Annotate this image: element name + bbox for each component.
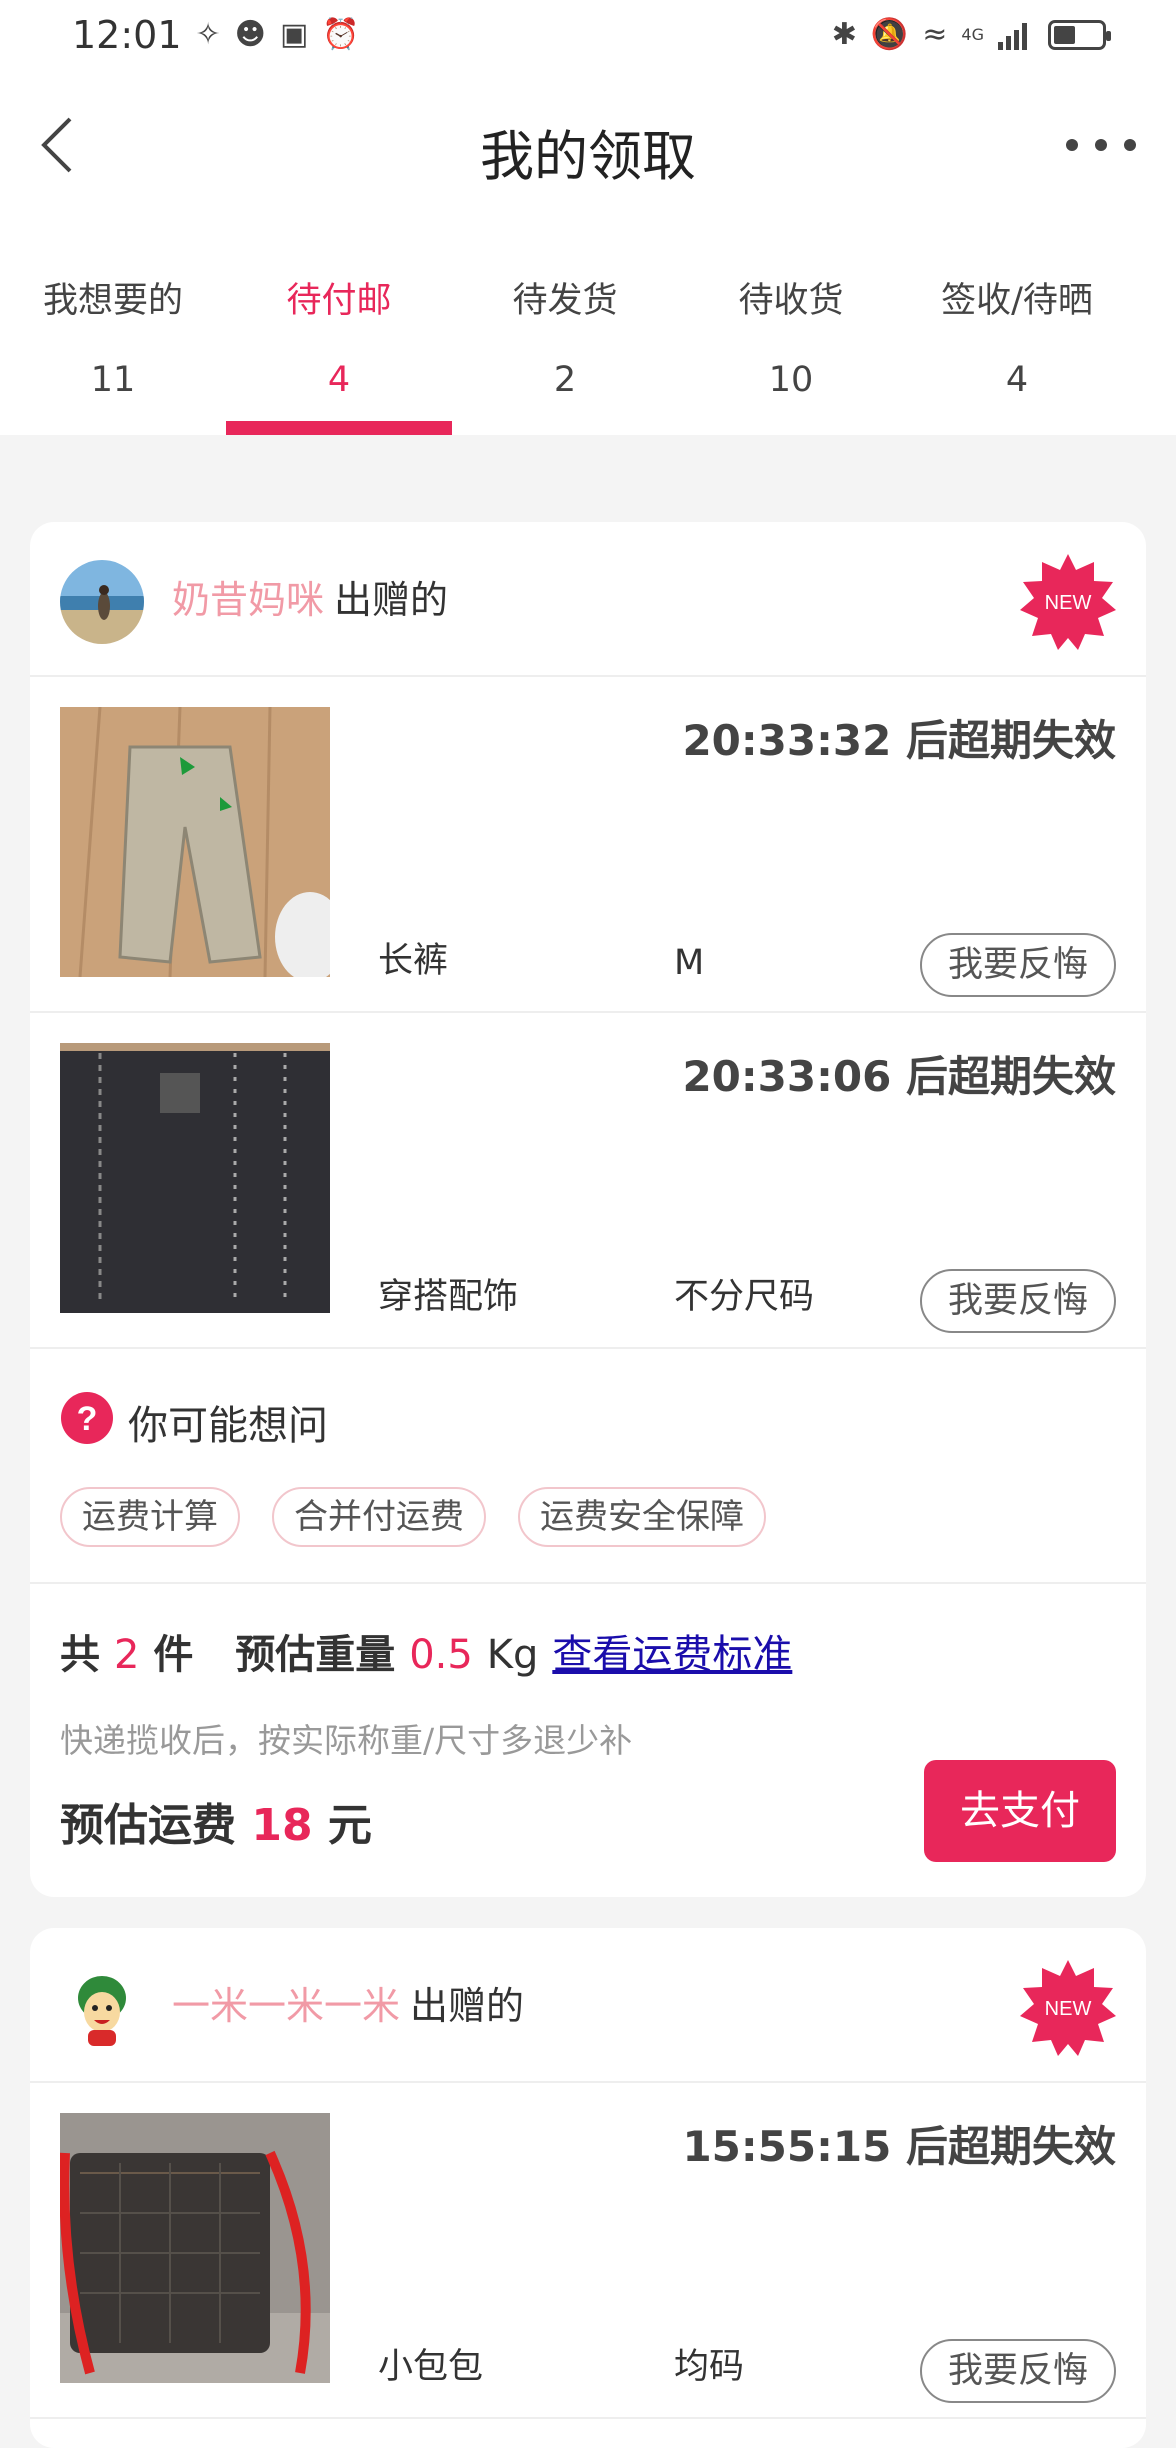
item-size: 均码 <box>674 2347 745 2387</box>
waist-trainer-photo <box>60 1043 330 1313</box>
faq-chip-shipping-calc[interactable]: 运费计算 <box>60 1487 240 1547</box>
regret-button[interactable]: 我要反悔 <box>920 933 1116 997</box>
tab-count: 4 <box>1005 360 1029 400</box>
new-badge: NEW <box>1018 552 1118 652</box>
tab-label: 待付邮 <box>286 281 392 321</box>
item-size: 不分尺码 <box>674 1277 815 1317</box>
fee-unit: 元 <box>327 1800 372 1851</box>
wechat-icon: ☻ <box>234 17 266 52</box>
dot-icon <box>1095 139 1107 151</box>
regret-button[interactable]: 我要反悔 <box>920 1269 1116 1333</box>
summary-note: 快递揽收后，按实际称重/尺寸多退少补 <box>60 1721 633 1760</box>
alarm-icon: ⏰ <box>322 17 360 52</box>
tab-pending-shipment[interactable]: 待发货 2 <box>452 220 678 435</box>
regret-button[interactable]: 我要反悔 <box>920 2339 1116 2403</box>
tab-count: 10 <box>768 360 814 400</box>
giver-label: 一米一米一米 出赠的 <box>172 1976 524 2036</box>
estimated-fee: 预估运费 18 元 <box>60 1789 372 1853</box>
giver-name[interactable]: 奶昔妈咪 <box>172 578 324 622</box>
tab-wanted[interactable]: 我想要的 11 <box>0 220 226 435</box>
network-type: 4G <box>961 25 984 44</box>
item-thumbnail-pants[interactable] <box>60 707 330 977</box>
faq-title: 你可能想问 <box>128 1403 328 1449</box>
tab-label: 待发货 <box>512 281 618 321</box>
tab-pending-postage[interactable]: 待付邮 4 <box>226 220 452 435</box>
total-count: 2 <box>113 1632 140 1678</box>
total-prefix: 共 <box>60 1632 100 1678</box>
signal-icon <box>998 23 1027 50</box>
svg-text:?: ? <box>77 1400 98 1438</box>
item-size: M <box>674 943 705 983</box>
fee-label: 预估运费 <box>60 1800 236 1851</box>
avatar[interactable] <box>60 560 144 644</box>
navigation-bar: 我的领取 <box>0 70 1176 220</box>
weight-value: 0.5 <box>409 1632 473 1678</box>
cartoon-avatar-image <box>60 1966 144 2050</box>
item-row[interactable]: 20:33:06 后超期失效 穿搭配饰 不分尺码 我要反悔 <box>30 1013 1146 1349</box>
tab-label: 待收货 <box>738 281 844 321</box>
order-card: 一米一米一米 出赠的 NEW 15:55:15 后超期失效 小包包 均码 我要反悔 <box>30 1928 1146 2448</box>
tab-count: 4 <box>327 360 351 400</box>
starburst-icon: NEW <box>1020 554 1116 650</box>
tab-pending-receipt[interactable]: 待收货 10 <box>678 220 904 435</box>
nfc-icon: ▣ <box>279 17 309 52</box>
shipping-standard-link[interactable]: 查看运费标准 <box>552 1632 792 1678</box>
new-badge-text: NEW <box>1045 1998 1092 2020</box>
card-header: 一米一米一米 出赠的 NEW <box>30 1928 1146 2083</box>
total-unit: 件 <box>153 1632 194 1678</box>
weight-unit: Kg <box>486 1632 539 1678</box>
tab-count: 2 <box>553 360 577 400</box>
page-title: 我的领取 <box>480 125 696 188</box>
giver-label: 奶昔妈咪 出赠的 <box>172 570 448 630</box>
expire-countdown: 20:33:06 后超期失效 <box>682 1052 1116 1101</box>
card-header: 奶昔妈咪 出赠的 NEW <box>30 522 1146 677</box>
item-thumbnail-bag[interactable] <box>60 2113 330 2383</box>
expire-countdown: 15:55:15 后超期失效 <box>682 2122 1116 2171</box>
giver-suffix: 出赠的 <box>410 1984 525 2028</box>
new-badge: NEW <box>1018 1958 1118 2058</box>
order-card: 奶昔妈咪 出赠的 NEW 20:33:32 后超期失效 长裤 M 我要反悔 20… <box>30 522 1146 1897</box>
avatar[interactable] <box>60 1966 144 2050</box>
starburst-icon: NEW <box>1020 1960 1116 2056</box>
faq-section: ? 你可能想问 运费计算 合并付运费 运费安全保障 <box>30 1349 1146 1584</box>
item-name: 长裤 <box>378 941 449 981</box>
item-row[interactable]: 15:55:15 后超期失效 小包包 均码 我要反悔 <box>30 2083 1146 2419</box>
tab-label: 签收/待晒 <box>941 281 1093 321</box>
question-icon: ? <box>61 1392 113 1444</box>
active-tab-indicator <box>226 421 452 435</box>
giver-name[interactable]: 一米一米一米 <box>172 1984 400 2028</box>
faq-chip-shipping-guarantee[interactable]: 运费安全保障 <box>518 1487 766 1547</box>
tab-count: 11 <box>90 360 136 400</box>
status-bar: 12:01 ✧ ☻ ▣ ⏰ ✱ 🔕 ≈ 4G <box>0 0 1176 70</box>
pay-button[interactable]: 去支付 <box>924 1760 1116 1862</box>
faq-chip-combine-shipping[interactable]: 合并付运费 <box>272 1487 486 1547</box>
weight-label: 预估重量 <box>235 1632 396 1678</box>
beach-avatar-image <box>60 560 144 644</box>
expire-countdown: 20:33:32 后超期失效 <box>682 716 1116 765</box>
bluetooth-icon: ✱ <box>831 17 857 52</box>
payment-summary: 共 2 件 预估重量 0.5 Kg 查看运费标准 快递揽收后，按实际称重/尺寸多… <box>30 1584 1146 1894</box>
status-time: 12:01 <box>72 13 182 57</box>
dot-icon <box>1124 139 1136 151</box>
wifi-icon: ≈ <box>922 17 948 52</box>
giver-suffix: 出赠的 <box>334 578 449 622</box>
item-name: 穿搭配饰 <box>378 1277 519 1317</box>
item-thumbnail-accessory[interactable] <box>60 1043 330 1313</box>
dot-icon <box>1066 139 1078 151</box>
tab-label: 我想要的 <box>42 281 183 321</box>
battery-icon <box>1048 20 1111 50</box>
link-icon: ✧ <box>195 17 221 52</box>
tab-signed-review[interactable]: 签收/待晒 4 <box>904 220 1130 435</box>
item-row[interactable]: 20:33:32 后超期失效 长裤 M 我要反悔 <box>30 677 1146 1013</box>
fee-value: 18 <box>251 1800 313 1851</box>
faq-chips: 运费计算 合并付运费 运费安全保障 <box>60 1487 766 1547</box>
summary-line: 共 2 件 预估重量 0.5 Kg 查看运费标准 <box>60 1622 792 1680</box>
new-badge-text: NEW <box>1045 592 1092 614</box>
item-name: 小包包 <box>378 2347 484 2387</box>
mute-icon: 🔕 <box>870 17 909 52</box>
more-menu-button[interactable] <box>1066 125 1136 165</box>
order-tabs: 我想要的 11 待付邮 4 待发货 2 待收货 10 签收/待晒 4 <box>0 220 1176 435</box>
pants-photo <box>60 707 330 977</box>
handbag-photo <box>60 2113 330 2383</box>
